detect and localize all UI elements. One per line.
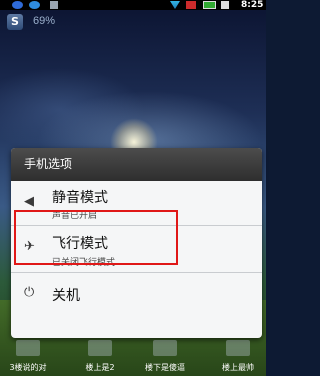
s-shield-icon xyxy=(12,1,23,9)
power-off-option[interactable]: ⏻ 关机 xyxy=(11,273,262,318)
status-time: 8:25 xyxy=(241,0,264,10)
dock-item[interactable]: 楼上是2 xyxy=(80,340,120,376)
app-icon xyxy=(88,340,112,356)
status-bar: 8:25 xyxy=(0,0,266,10)
dock-item[interactable]: 3楼说的对 xyxy=(8,340,48,376)
highlight-box xyxy=(14,210,178,265)
dialog-title: 手机选项 xyxy=(11,148,262,181)
dock-label: 3楼说的对 xyxy=(9,363,47,372)
battery-shield-icon: S xyxy=(7,14,23,30)
dock-label: 楼下是傻逼 xyxy=(145,363,185,372)
dock-item[interactable]: 楼上最帅 xyxy=(218,340,258,376)
battery-percent: 69% xyxy=(33,15,56,27)
battery-icon xyxy=(203,1,216,9)
usb-icon xyxy=(50,1,58,9)
power-off-title: 关机 xyxy=(52,288,80,304)
dock: 3楼说的对 楼上是2 楼下是傻逼 楼上最帅 xyxy=(0,340,266,376)
app-icon xyxy=(226,340,250,356)
alarm-icon xyxy=(221,1,229,9)
wifi-icon xyxy=(170,1,180,9)
speaker-icon: ◀ xyxy=(24,194,34,209)
silent-mode-title: 静音模式 xyxy=(52,190,108,206)
signal-icon xyxy=(186,1,196,9)
app-icon xyxy=(16,340,40,356)
dock-label: 楼上是2 xyxy=(85,363,115,372)
qq-icon xyxy=(29,1,40,9)
dock-item[interactable]: 楼下是傻逼 xyxy=(145,340,185,376)
app-icon xyxy=(153,340,177,356)
dock-label: 楼上最帅 xyxy=(222,363,254,372)
power-icon: ⏻ xyxy=(24,285,35,300)
